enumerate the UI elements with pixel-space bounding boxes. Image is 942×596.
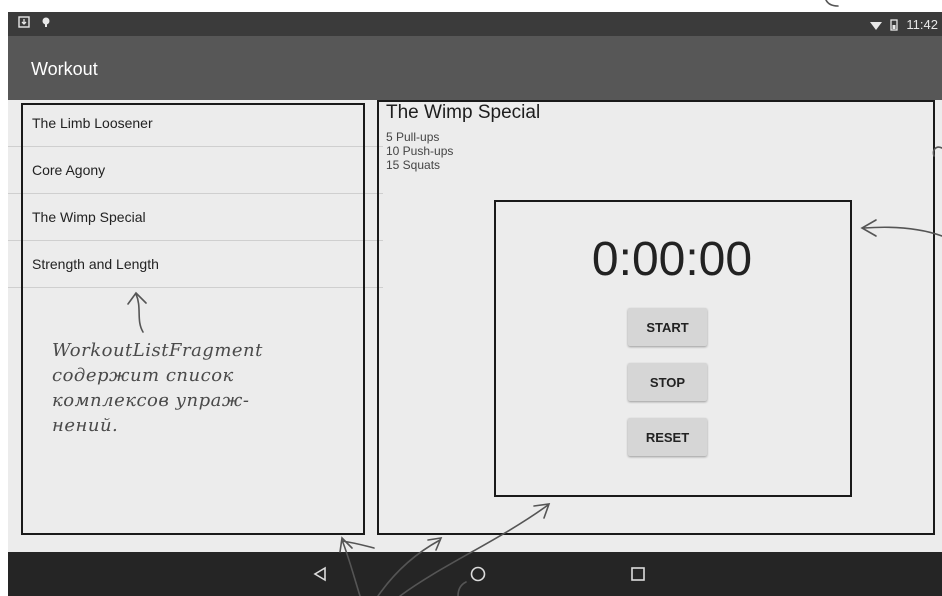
back-icon[interactable] (312, 566, 328, 582)
step-item: 15 Squats (386, 158, 441, 172)
status-bar: 11:42 (8, 12, 942, 36)
stopwatch-time: 0:00:00 (591, 233, 753, 286)
stopwatch: 0:00:00 START STOP RESET (494, 212, 850, 506)
stop-button[interactable]: STOP (628, 363, 707, 401)
status-time: 11:42 (906, 17, 938, 32)
workout-title: The Wimp Special (386, 102, 541, 123)
battery-icon (890, 18, 899, 31)
download-icon (18, 16, 30, 28)
list-item[interactable]: The Limb Loosener (8, 100, 383, 147)
list-item[interactable]: Core Agony (8, 147, 383, 194)
annotation-line: комплексов упраж- (52, 390, 250, 411)
annotation-line: содержит список (52, 365, 234, 386)
annotation-text: WorkoutListFragment содержит список комп… (52, 338, 352, 438)
android-icon (42, 17, 50, 27)
app-title: Workout (31, 59, 98, 79)
arrow-line (825, 0, 839, 7)
app-bar: Workout (8, 36, 942, 100)
list-item[interactable]: Strength and Length (8, 241, 383, 288)
annotation-line: WorkoutListFragment (52, 340, 263, 361)
wifi-icon (870, 21, 883, 30)
workout-list: The Limb Loosener Core Agony The Wimp Sp… (8, 100, 383, 288)
annotation-line: нений. (52, 415, 119, 436)
tablet-screen: 11:42 Workout The Limb Loosener Core Ago… (8, 12, 942, 596)
home-icon[interactable] (470, 566, 486, 582)
content-area: The Limb Loosener Core Agony The Wimp Sp… (8, 100, 942, 552)
step-item: 5 Pull-ups (386, 130, 440, 144)
navigation-bar (8, 552, 942, 596)
recents-icon[interactable] (630, 566, 646, 582)
start-button[interactable]: START (628, 308, 707, 346)
step-item: 10 Push-ups (386, 144, 454, 158)
list-item[interactable]: The Wimp Special (8, 194, 383, 241)
workout-steps: 5 Pull-ups 10 Push-ups 15 Squats (386, 130, 453, 172)
reset-button[interactable]: RESET (628, 418, 707, 456)
